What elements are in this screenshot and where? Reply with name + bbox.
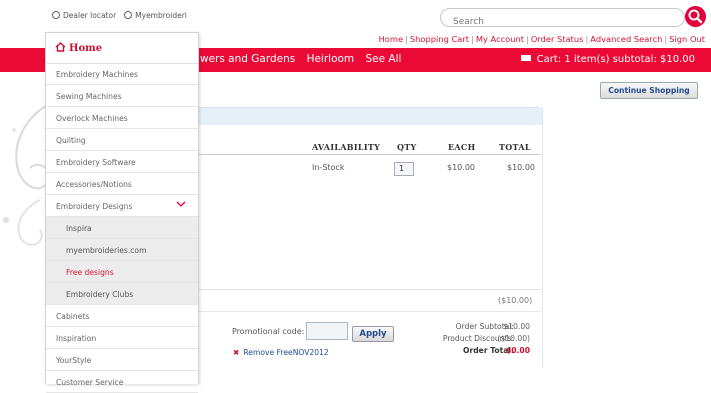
menu-item-sewing-machines[interactable]: Sewing Machines xyxy=(46,85,198,107)
row-divider xyxy=(196,289,541,290)
menu-home[interactable]: Home xyxy=(46,33,198,64)
menu-item-embroidery-machines[interactable]: Embroidery Machines xyxy=(46,63,198,85)
globe-icon xyxy=(124,11,133,19)
nav-see-all[interactable]: See All xyxy=(366,53,402,65)
menu-item-cabinets[interactable]: Cabinets xyxy=(46,305,198,327)
search-icon xyxy=(688,9,703,24)
product-discounts-value: ($10.00) xyxy=(497,334,531,343)
cart-summary[interactable]: Cart: 1 item(s) subtotal: $10.00 xyxy=(520,54,695,65)
order-subtotal-value: $10.00 xyxy=(503,322,530,331)
remove-x-icon: ✖ xyxy=(233,348,240,357)
utility-bar: Dealer locator Myembroideri xyxy=(52,11,187,20)
menu-item-customer-service[interactable]: Customer Service xyxy=(46,371,198,393)
menu-item-quilting[interactable]: Quilting xyxy=(46,129,198,151)
col-total: TOTAL xyxy=(499,142,531,152)
menu-item-accessories-notions[interactable]: Accessories/Notions xyxy=(46,173,198,195)
toplink-my-account[interactable]: My Account xyxy=(476,34,524,44)
discount-line-value: ($10.00) xyxy=(498,296,533,305)
quantity-input[interactable]: 1 xyxy=(394,162,414,176)
remove-promo-link[interactable]: ✖ Remove FreeNOV2012 xyxy=(233,348,329,357)
promo-code-label: Promotional code: xyxy=(232,327,305,336)
row-availability: In-Stock xyxy=(312,163,345,172)
toplink-advanced-search[interactable]: Advanced Search xyxy=(590,34,662,44)
menu-item-yourstyle[interactable]: YourStyle xyxy=(46,349,198,371)
chevron-down-icon xyxy=(176,201,186,207)
nav-heirloom[interactable]: Heirloom xyxy=(307,53,355,65)
toplink-sign-out[interactable]: Sign Out xyxy=(669,34,705,44)
menu-item-embroidery-designs-label: Embroidery Designs xyxy=(56,202,133,211)
col-each: EACH xyxy=(448,142,476,152)
myembroideries-link[interactable]: Myembroideri xyxy=(124,11,187,20)
row-total: $10.00 xyxy=(507,163,535,172)
col-qty: QTY xyxy=(397,142,417,152)
submenu-item-free-designs[interactable]: Free designs xyxy=(46,261,198,283)
continue-shopping-button[interactable]: Continue Shopping xyxy=(600,82,698,99)
main-dropdown-menu: Home Embroidery Machines Sewing Machines… xyxy=(45,32,199,393)
submenu-item-inspira[interactable]: Inspira xyxy=(46,217,198,239)
toplink-order-status[interactable]: Order Status xyxy=(531,34,584,44)
submenu-item-myembroideries[interactable]: myembroideries.com xyxy=(46,239,198,261)
col-availability: AVAILABILITY xyxy=(312,142,381,152)
menu-item-embroidery-software[interactable]: Embroidery Software xyxy=(46,151,198,173)
cart-icon xyxy=(520,55,531,61)
toplink-shopping-cart[interactable]: Shopping Cart xyxy=(410,34,469,44)
summary-divider xyxy=(196,311,541,312)
cart-summary-text: Cart: 1 item(s) subtotal: $10.00 xyxy=(536,54,695,65)
promo-code-input[interactable] xyxy=(306,322,348,340)
submenu-item-embroidery-clubs[interactable]: Embroidery Clubs xyxy=(46,283,198,305)
order-total-value: $0.00 xyxy=(505,346,530,355)
search-box xyxy=(440,8,685,27)
menu-home-label: Home xyxy=(69,43,103,54)
header-divider xyxy=(196,154,541,155)
search-input[interactable] xyxy=(453,17,653,27)
search-button[interactable] xyxy=(685,6,706,27)
nav-categories: wers and Gardens Heirloom See All xyxy=(200,53,409,65)
dealer-locator-link[interactable]: Dealer locator xyxy=(52,11,116,20)
nav-flowers-gardens[interactable]: wers and Gardens xyxy=(200,53,295,65)
toplink-home[interactable]: Home xyxy=(379,34,404,44)
menu-item-inspiration[interactable]: Inspiration xyxy=(46,327,198,349)
row-each: $10.00 xyxy=(447,163,475,172)
menu-item-overlock-machines[interactable]: Overlock Machines xyxy=(46,107,198,129)
menu-item-embroidery-designs[interactable]: Embroidery Designs xyxy=(46,195,198,217)
top-links: Home | Shopping Cart | My Account | Order Stat… xyxy=(378,34,705,44)
cart-panel-header xyxy=(197,107,542,125)
apply-promo-button[interactable]: Apply xyxy=(352,326,394,342)
remove-promo-text: Remove FreeNOV2012 xyxy=(243,348,329,357)
home-icon xyxy=(55,42,66,52)
location-pin-icon xyxy=(52,11,60,19)
